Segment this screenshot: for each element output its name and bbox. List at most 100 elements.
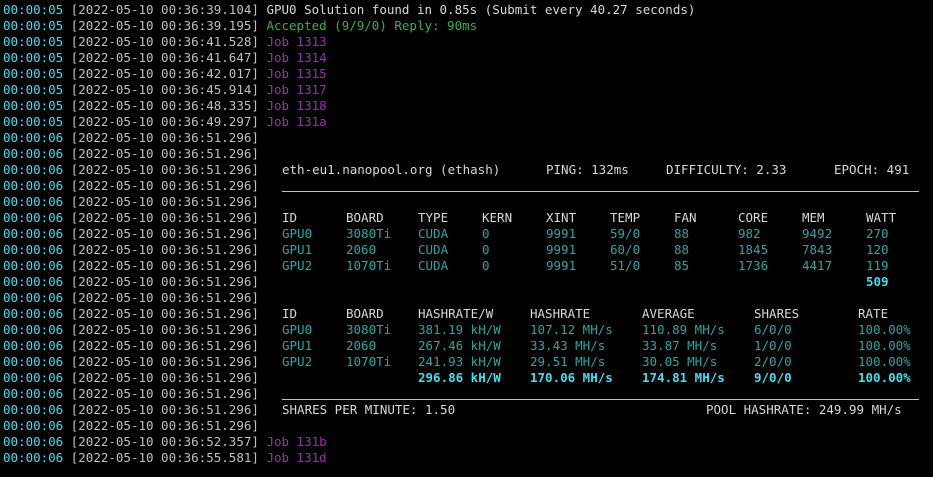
- log-line: 00:00:05 [2022-05-10 00:36:41.647] Job 1…: [3, 50, 327, 66]
- gpu-table-row-cell: 120: [866, 242, 889, 257]
- gpu-table-row-cell: 119: [866, 258, 889, 273]
- hash-table-row-cell: 107.12 MH/s: [530, 322, 613, 337]
- log-uptime: 00:00:06: [3, 210, 64, 225]
- gpu-table-row-cell: 7843: [802, 242, 833, 257]
- log-uptime: 00:00:06: [3, 434, 64, 449]
- gpu-table-header-cell: KERN: [482, 210, 513, 225]
- log-line: 00:00:06 [2022-05-10 00:36:51.296]: [3, 242, 259, 258]
- gpu-table-header-cell: CORE: [738, 210, 769, 225]
- log-uptime: 00:00:05: [3, 82, 64, 97]
- log-timestamp: [2022-05-10 00:36:51.296]: [70, 306, 259, 321]
- hash-table-header-cell: HASHRATE/W: [418, 306, 494, 321]
- pool-hashrate: POOL HASHRATE: 249.99 MH/s: [706, 402, 902, 417]
- log-uptime: 00:00:05: [3, 66, 64, 81]
- total-watt: 509: [866, 274, 889, 289]
- hash-table-row-cell: 100.00%: [858, 354, 911, 369]
- hash-table-row: GPU0 3080Ti 381.19 kH/W 107.12 MH/s 110.89 M…: [282, 322, 919, 338]
- gpu-table-row-cell: 0: [482, 242, 490, 257]
- gpu-table-row-cell: 1070Ti: [346, 258, 392, 273]
- hash-table-header-cell: HASHRATE: [530, 306, 591, 321]
- log-timestamp: [2022-05-10 00:36:41.647]: [70, 50, 259, 65]
- log-uptime: 00:00:05: [3, 18, 64, 33]
- pool-info-row: eth-eu1.nanopool.org (ethash) PING: 132ms…: [282, 162, 919, 178]
- log-line: 00:00:05 [2022-05-10 00:36:42.017] Job 1…: [3, 66, 327, 82]
- hash-table-row-cell: 2060: [346, 338, 377, 353]
- log-timestamp: [2022-05-10 00:36:51.296]: [70, 338, 259, 353]
- log-line: 00:00:06 [2022-05-10 00:36:51.296]: [3, 178, 259, 194]
- pool-host: eth-eu1.nanopool.org (ethash): [282, 162, 501, 177]
- log-line: 00:00:05 [2022-05-10 00:36:39.104] GPU0 …: [3, 2, 695, 18]
- gpu-table-row-cell: 2060: [346, 242, 377, 257]
- log-uptime: 00:00:06: [3, 178, 64, 193]
- log-timestamp: [2022-05-10 00:36:51.296]: [70, 178, 259, 193]
- gpu-table-row-cell: 88: [674, 242, 690, 257]
- log-line: 00:00:06 [2022-05-10 00:36:51.296]: [3, 306, 259, 322]
- gpu-table-header-cell: ID: [282, 210, 298, 225]
- hash-table-row-cell: 1/0/0: [754, 338, 792, 353]
- log-timestamp: [2022-05-10 00:36:51.296]: [70, 354, 259, 369]
- footer-row: SHARES PER MINUTE: 1.50 POOL HASHRATE: 24…: [282, 402, 919, 418]
- hash-table-header: ID BOARD HASHRATE/W HASHRATE AVERAGE SHARES RA…: [282, 306, 919, 322]
- log-line: 00:00:06 [2022-05-10 00:36:51.296]: [3, 370, 259, 386]
- gpu-table-header: ID BOARD TYPE KERN XINT TEMP FAN CORE MEM WATT: [282, 210, 919, 226]
- gpu-table-row-cell: 9492: [802, 226, 833, 241]
- log-uptime: 00:00:06: [3, 306, 64, 321]
- gpu-table-row-cell: 1845: [738, 242, 769, 257]
- log-timestamp: [2022-05-10 00:36:51.296]: [70, 402, 259, 417]
- hash-table-row-cell: 33.43 MH/s: [530, 338, 606, 353]
- log-uptime: 00:00:06: [3, 370, 64, 385]
- log-line: 00:00:06 [2022-05-10 00:36:51.296]: [3, 210, 259, 226]
- log-message: GPU0 Solution found in 0.85s (Submit eve…: [266, 2, 696, 17]
- gpu-table-row-cell: 85: [674, 258, 690, 273]
- gpu-table-row-cell: GPU1: [282, 242, 313, 257]
- log-message: Job 1313: [266, 34, 327, 49]
- gpu-table-row-cell: 4417: [802, 258, 833, 273]
- hash-table-total-row-cell: 100.00%: [858, 370, 911, 385]
- log-line: 00:00:06 [2022-05-10 00:36:51.296]: [3, 354, 259, 370]
- log-uptime: 00:00:05: [3, 50, 64, 65]
- hash-table-row-cell: 29.51 MH/s: [530, 354, 606, 369]
- log-message: Job 131b: [266, 434, 327, 449]
- gpu-table-row-cell: CUDA: [418, 242, 449, 257]
- gpu-table-row-cell: 51/0: [610, 258, 641, 273]
- hash-table-row-cell: 110.89 MH/s: [642, 322, 725, 337]
- gpu-table-row-cell: 9991: [546, 226, 577, 241]
- log-message: Job 131a: [266, 114, 327, 129]
- log-uptime: 00:00:06: [3, 386, 64, 401]
- gpu-table-header-cell: WATT: [866, 210, 897, 225]
- hash-table-row-cell: 1070Ti: [346, 354, 392, 369]
- hash-table-header-cell: SHARES: [754, 306, 800, 321]
- log-uptime: 00:00:06: [3, 354, 64, 369]
- log-message: Job 1314: [266, 50, 327, 65]
- gpu-table-header-cell: XINT: [546, 210, 577, 225]
- hash-table-row: GPU2 1070Ti 241.93 kH/W 29.51 MH/s 30.05 MH/…: [282, 354, 919, 370]
- log-line: 00:00:05 [2022-05-10 00:36:45.914] Job 1…: [3, 82, 327, 98]
- log-message: Accepted (9/9/0) Reply: 90ms: [266, 18, 478, 33]
- log-uptime: 00:00:05: [3, 2, 64, 17]
- gpu-table-row-cell: 270: [866, 226, 889, 241]
- log-uptime: 00:00:06: [3, 226, 64, 241]
- gpu-table-row-cell: 1736: [738, 258, 769, 273]
- log-timestamp: [2022-05-10 00:36:52.357]: [70, 434, 259, 449]
- log-line: 00:00:05 [2022-05-10 00:36:48.335] Job 1…: [3, 98, 327, 114]
- hash-table-total-row-cell: 296.86 kH/W: [418, 370, 501, 385]
- log-line: 00:00:06 [2022-05-10 00:36:51.296]: [3, 402, 259, 418]
- log-uptime: 00:00:05: [3, 34, 64, 49]
- gpu-table-header-cell: TYPE: [418, 210, 449, 225]
- log-message: Job 1317: [266, 82, 327, 97]
- divider-line: [282, 191, 919, 192]
- gpu-table-header-cell: BOARD: [346, 210, 384, 225]
- log-line: 00:00:06 [2022-05-10 00:36:51.296]: [3, 162, 259, 178]
- log-line: 00:00:06 [2022-05-10 00:36:51.296]: [3, 226, 259, 242]
- gpu-table-header-cell: TEMP: [610, 210, 641, 225]
- log-line: 00:00:06 [2022-05-10 00:36:51.296]: [3, 386, 259, 402]
- hash-table-total-row-cell: 174.81 MH/s: [642, 370, 725, 385]
- gpu-table-row-cell: CUDA: [418, 258, 449, 273]
- log-line: 00:00:06 [2022-05-10 00:36:51.296]: [3, 290, 259, 306]
- log-timestamp: [2022-05-10 00:36:39.104]: [70, 2, 259, 17]
- log-timestamp: [2022-05-10 00:36:51.296]: [70, 258, 259, 273]
- log-uptime: 00:00:06: [3, 450, 64, 465]
- log-uptime: 00:00:06: [3, 274, 64, 289]
- log-timestamp: [2022-05-10 00:36:51.296]: [70, 130, 259, 145]
- log-line: 00:00:06 [2022-05-10 00:36:51.296]: [3, 146, 259, 162]
